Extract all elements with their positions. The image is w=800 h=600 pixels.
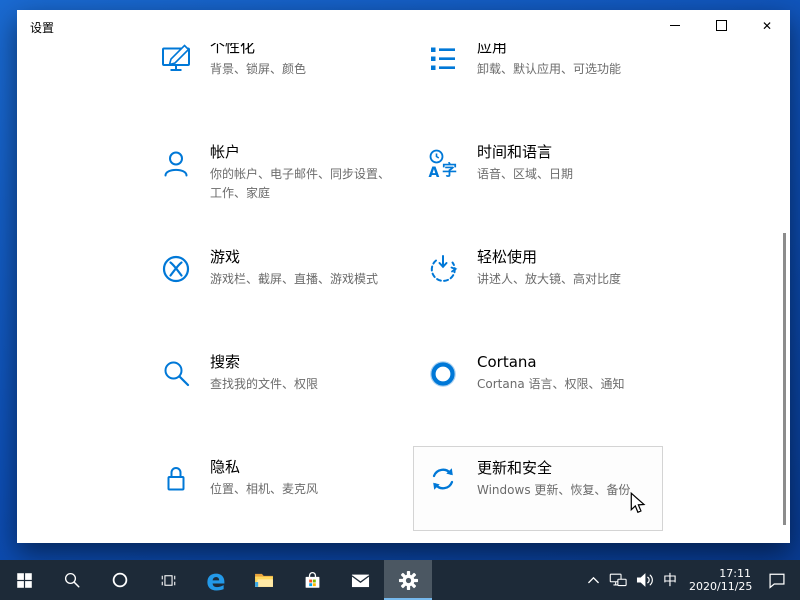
task-view-button[interactable] xyxy=(144,560,192,600)
tile-search[interactable]: 搜索 查找我的文件、权限 xyxy=(146,341,396,426)
scrollbar-thumb[interactable] xyxy=(783,233,786,525)
accounts-icon xyxy=(160,148,192,180)
taskbar-clock[interactable]: 17:11 2020/11/25 xyxy=(689,567,751,593)
mail-button[interactable] xyxy=(336,560,384,600)
ime-indicator[interactable]: 中 xyxy=(658,560,682,600)
microsoft-store-button[interactable] xyxy=(288,560,336,600)
sync-icon xyxy=(427,463,459,495)
apps-icon xyxy=(427,43,459,75)
tile-title: Cortana xyxy=(477,351,659,373)
mail-icon xyxy=(350,570,371,591)
search-icon xyxy=(63,571,81,589)
network-icon xyxy=(609,572,628,589)
maximize-icon xyxy=(716,20,727,31)
task-view-icon xyxy=(159,571,178,590)
svg-text:A: A xyxy=(429,165,440,180)
tile-subtitle: Cortana 语言、权限、通知 xyxy=(477,375,659,394)
tile-subtitle: 背景、锁屏、颜色 xyxy=(210,60,392,79)
action-center-button[interactable] xyxy=(760,560,794,600)
tile-subtitle: 位置、相机、麦克风 xyxy=(210,480,392,499)
settings-button[interactable] xyxy=(384,560,432,600)
taskbar: e xyxy=(0,560,800,600)
windows-logo-icon xyxy=(16,572,33,589)
tile-cortana[interactable]: Cortana Cortana 语言、权限、通知 xyxy=(413,341,663,426)
tile-update-security[interactable]: 更新和安全 Windows 更新、恢复、备份 xyxy=(413,446,663,531)
tile-title: 个性化 xyxy=(210,43,392,58)
tile-personalization[interactable]: 个性化 背景、锁屏、颜色 xyxy=(146,43,396,111)
tile-title: 时间和语言 xyxy=(477,141,659,163)
minimize-button[interactable] xyxy=(652,10,698,41)
maximize-button[interactable] xyxy=(698,10,744,41)
svg-text:字: 字 xyxy=(442,161,457,179)
tile-subtitle: 讲述人、放大镜、高对比度 xyxy=(477,270,659,289)
taskbar-cortana-button[interactable] xyxy=(96,560,144,600)
tile-accounts[interactable]: 帐户 你的帐户、电子邮件、同步设置、工作、家庭 xyxy=(146,131,396,216)
close-button[interactable]: ✕ xyxy=(744,10,790,41)
settings-grid-viewport: 个性化 背景、锁屏、颜色 应用 卸载、默认应用、可选功能 帐户 xyxy=(17,43,790,543)
title-bar[interactable]: 设置 ✕ xyxy=(17,10,790,43)
tile-title: 搜索 xyxy=(210,351,392,373)
minimize-icon xyxy=(670,25,680,26)
chevron-up-icon xyxy=(587,575,600,585)
cortana-icon xyxy=(111,571,129,589)
tile-title: 帐户 xyxy=(210,141,392,163)
file-explorer-button[interactable] xyxy=(240,560,288,600)
search-icon xyxy=(160,358,192,390)
time-language-icon: A 字 xyxy=(427,148,459,180)
tile-title: 应用 xyxy=(477,43,659,58)
clock-date: 2020/11/25 xyxy=(689,580,751,593)
microsoft-edge-button[interactable]: e xyxy=(192,560,240,600)
show-hidden-icons-button[interactable] xyxy=(581,560,605,600)
system-tray: 中 17:11 2020/11/25 xyxy=(581,560,794,600)
speaker-icon xyxy=(636,572,654,588)
network-tray-button[interactable] xyxy=(605,560,632,600)
tile-subtitle: 查找我的文件、权限 xyxy=(210,375,392,394)
cortana-icon xyxy=(427,358,459,390)
personalization-icon xyxy=(160,43,192,75)
caption-buttons: ✕ xyxy=(652,10,790,41)
window-title: 设置 xyxy=(30,19,54,36)
file-explorer-icon xyxy=(253,569,275,591)
volume-tray-button[interactable] xyxy=(632,560,658,600)
tile-title: 隐私 xyxy=(210,456,392,478)
tile-apps[interactable]: 应用 卸载、默认应用、可选功能 xyxy=(413,43,663,111)
tile-title: 游戏 xyxy=(210,246,392,268)
action-center-icon xyxy=(768,572,786,589)
taskbar-buttons: e xyxy=(0,560,432,600)
tile-ease-of-access[interactable]: 轻松使用 讲述人、放大镜、高对比度 xyxy=(413,236,663,321)
tile-subtitle: 语音、区域、日期 xyxy=(477,165,659,184)
start-button[interactable] xyxy=(0,560,48,600)
gear-icon xyxy=(398,570,419,591)
tile-gaming[interactable]: 游戏 游戏栏、截屏、直播、游戏模式 xyxy=(146,236,396,321)
tile-privacy[interactable]: 隐私 位置、相机、麦克风 xyxy=(146,446,396,531)
lock-icon xyxy=(160,463,192,495)
edge-icon: e xyxy=(206,566,226,595)
close-icon: ✕ xyxy=(762,20,772,32)
mouse-cursor xyxy=(628,492,648,514)
tile-title: 更新和安全 xyxy=(477,457,659,479)
microsoft-store-icon xyxy=(302,570,323,591)
tile-time-language[interactable]: A 字 时间和语言 语音、区域、日期 xyxy=(413,131,663,216)
tile-title: 轻松使用 xyxy=(477,246,659,268)
settings-window: 设置 ✕ 个性化 背景、锁屏、颜色 xyxy=(17,10,790,543)
tile-subtitle: 你的帐户、电子邮件、同步设置、工作、家庭 xyxy=(210,165,392,203)
tile-subtitle: 卸载、默认应用、可选功能 xyxy=(477,60,659,79)
ease-of-access-icon xyxy=(427,253,459,285)
taskbar-search-button[interactable] xyxy=(48,560,96,600)
tile-subtitle: 游戏栏、截屏、直播、游戏模式 xyxy=(210,270,392,289)
clock-time: 17:11 xyxy=(689,567,751,580)
xbox-icon xyxy=(160,253,192,285)
